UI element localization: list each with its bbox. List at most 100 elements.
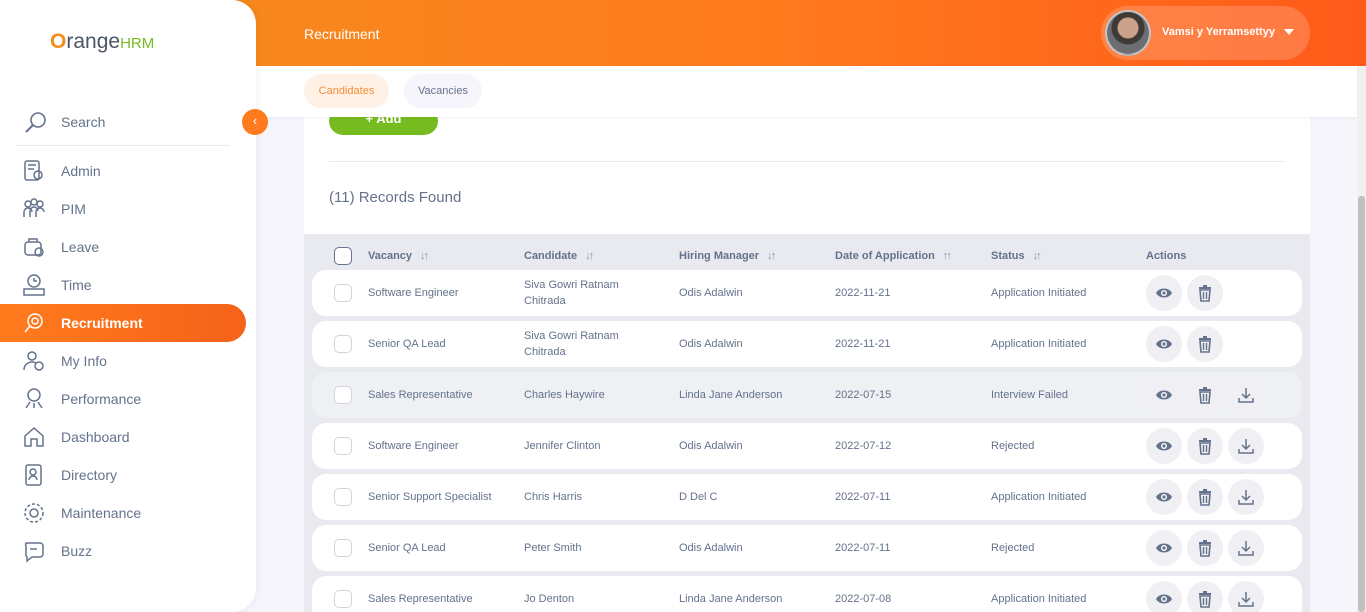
cell-hiring-manager: Linda Jane Anderson <box>679 389 783 401</box>
caret-down-icon[interactable] <box>1284 29 1294 35</box>
sidebar-item-my-info[interactable]: My Info <box>0 342 246 380</box>
candidate-name-line-1: Jennifer Clinton <box>524 440 601 452</box>
table-row[interactable]: Senior QA Lead Siva Gowri Ratnam Chitrada… <box>312 321 1302 367</box>
select-all-checkbox[interactable] <box>334 247 352 265</box>
sort-icon[interactable]: ↓↑ <box>767 250 776 262</box>
download-button[interactable] <box>1228 428 1264 464</box>
search-label: Search <box>61 114 106 130</box>
view-button[interactable] <box>1146 326 1182 362</box>
sidebar-item-label: Recruitment <box>61 315 143 331</box>
cell-candidate: Siva Gowri Ratnam Chitrada <box>524 328 619 360</box>
user-dropdown[interactable]: Vamsi y Yerramsettyy <box>1101 6 1310 60</box>
cell-hiring-manager: Linda Jane Anderson <box>679 593 783 605</box>
table-row[interactable]: Sales Representative Jo Denton Linda Jan… <box>312 576 1302 612</box>
row-checkbox[interactable] <box>334 335 352 353</box>
column-header-hiring-manager[interactable]: Hiring Manager ↓↑ <box>679 250 776 262</box>
cell-status: Rejected <box>991 440 1035 452</box>
cell-status: Rejected <box>991 542 1035 554</box>
view-button[interactable] <box>1146 581 1182 612</box>
sidebar-item-admin[interactable]: Admin <box>0 152 246 190</box>
download-button[interactable] <box>1228 479 1264 515</box>
row-checkbox[interactable] <box>334 284 352 302</box>
column-header-status[interactable]: Status ↓↑ <box>991 250 1042 262</box>
view-button[interactable] <box>1146 275 1182 311</box>
sidebar-item-leave[interactable]: Leave <box>0 228 246 266</box>
logo-o: O <box>50 30 67 53</box>
row-checkbox[interactable] <box>334 437 352 455</box>
sidebar-item-time[interactable]: Time <box>0 266 246 304</box>
cell-hiring-manager: Odis Adalwin <box>679 440 743 452</box>
sidebar-item-dashboard[interactable]: Dashboard <box>0 418 246 456</box>
column-label: Vacancy <box>368 250 413 262</box>
maintenance-icon <box>22 501 46 530</box>
delete-button[interactable] <box>1187 377 1223 413</box>
candidate-name-line-1: Peter Smith <box>524 542 582 554</box>
sort-icon[interactable]: ↓↑ <box>585 250 594 262</box>
delete-button[interactable] <box>1187 428 1223 464</box>
time-icon <box>22 273 46 302</box>
sidebar-item-label: Performance <box>61 391 142 407</box>
cell-date: 2022-07-11 <box>835 491 891 503</box>
sidebar-item-maintenance[interactable]: Maintenance <box>0 494 246 532</box>
column-label: Hiring Manager <box>679 250 760 262</box>
table-row[interactable]: Software Engineer Jennifer Clinton Odis … <box>312 423 1302 469</box>
sort-icon[interactable]: ↓↑ <box>1033 250 1042 262</box>
pim-icon <box>22 197 46 226</box>
view-button[interactable] <box>1146 479 1182 515</box>
cell-hiring-manager: Odis Adalwin <box>679 338 743 350</box>
download-button[interactable] <box>1228 377 1264 413</box>
sidebar-item-recruitment[interactable]: Recruitment <box>0 304 246 342</box>
user-avatar[interactable] <box>1105 10 1151 56</box>
delete-button[interactable] <box>1187 530 1223 566</box>
leave-icon <box>22 235 46 264</box>
delete-button[interactable] <box>1187 326 1223 362</box>
cell-candidate: Chris Harris <box>524 489 582 505</box>
cell-hiring-manager: Odis Adalwin <box>679 542 743 554</box>
candidate-name-line-1: Charles Haywire <box>524 389 605 401</box>
performance-icon <box>22 387 46 416</box>
table-row[interactable]: Software Engineer Siva Gowri Ratnam Chitr… <box>312 270 1302 316</box>
download-button[interactable] <box>1228 530 1264 566</box>
sidebar-item-label: Dashboard <box>61 429 130 445</box>
cell-candidate: Siva Gowri Ratnam Chitrada <box>524 277 619 309</box>
sidebar-search[interactable]: Search <box>16 106 230 146</box>
row-checkbox[interactable] <box>334 386 352 404</box>
delete-button[interactable] <box>1187 479 1223 515</box>
table-row[interactable]: Sales Representative Charles Haywire Lin… <box>312 372 1302 418</box>
column-label: Date of Application <box>835 250 935 262</box>
sidebar-item-label: Buzz <box>61 543 93 559</box>
view-button[interactable] <box>1146 530 1182 566</box>
cell-hiring-manager: D Del C <box>679 491 718 503</box>
column-header-vacancy[interactable]: Vacancy ↓↑ <box>368 250 429 262</box>
row-checkbox[interactable] <box>334 539 352 557</box>
view-button[interactable] <box>1146 428 1182 464</box>
table-row[interactable]: Senior Support Specialist Chris Harris D… <box>312 474 1302 520</box>
sidebar-item-performance[interactable]: Performance <box>0 380 246 418</box>
collapse-sidebar-button[interactable]: ‹ <box>242 109 268 135</box>
sidebar-item-pim[interactable]: PIM <box>0 190 246 228</box>
download-button[interactable] <box>1228 581 1264 612</box>
delete-button[interactable] <box>1187 581 1223 612</box>
user-name[interactable]: Vamsi y Yerramsettyy <box>1162 26 1275 38</box>
candidate-name-line-2: Chitrada <box>524 346 566 358</box>
cell-date: 2022-07-11 <box>835 542 891 554</box>
table-row[interactable]: Senior QA Lead Peter Smith Odis Adalwin … <box>312 525 1302 571</box>
view-button[interactable] <box>1146 377 1182 413</box>
sidebar-item-directory[interactable]: Directory <box>0 456 246 494</box>
sidebar-item-buzz[interactable]: Buzz <box>0 532 246 570</box>
orangehrm-logo[interactable]: OrangeHRM <box>50 30 154 54</box>
column-header-date[interactable]: Date of Application ↑↑ <box>835 250 952 262</box>
row-checkbox[interactable] <box>334 590 352 608</box>
cell-candidate: Charles Haywire <box>524 387 605 403</box>
scrollbar-thumb[interactable] <box>1358 196 1365 612</box>
column-header-candidate[interactable]: Candidate ↓↑ <box>524 250 594 262</box>
sort-icon[interactable]: ↓↑ <box>420 250 429 262</box>
cell-date: 2022-07-15 <box>835 389 892 401</box>
tab-candidates[interactable]: Candidates <box>304 74 389 108</box>
cell-hiring-manager: Odis Adalwin <box>679 287 743 299</box>
tab-vacancies[interactable]: Vacancies <box>404 74 482 108</box>
cell-vacancy: Sales Representative <box>368 389 473 401</box>
sort-icon[interactable]: ↑↑ <box>943 250 952 262</box>
row-checkbox[interactable] <box>334 488 352 506</box>
delete-button[interactable] <box>1187 275 1223 311</box>
